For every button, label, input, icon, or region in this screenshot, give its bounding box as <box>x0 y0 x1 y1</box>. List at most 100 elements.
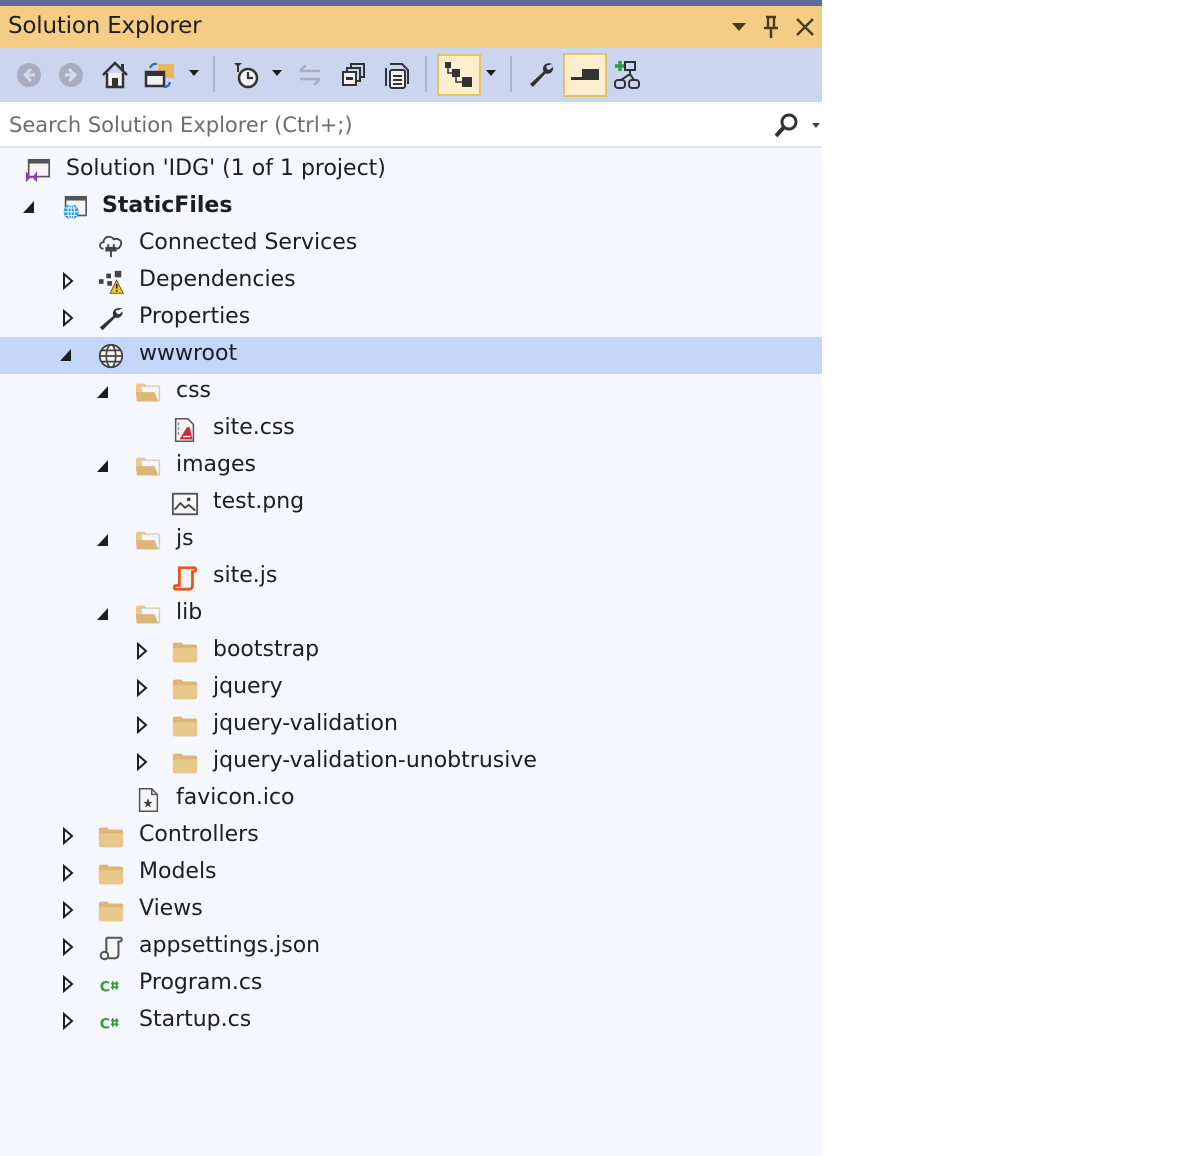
tree-item[interactable]: bootstrap <box>0 633 822 670</box>
tree-item[interactable]: site.js <box>0 559 822 596</box>
forward-arrow-icon <box>59 63 83 87</box>
collapse-arrow-icon[interactable] <box>59 347 73 363</box>
expand-arrow-icon[interactable] <box>61 827 75 845</box>
tree-item[interactable]: appsettings.json <box>0 929 822 966</box>
expand-arrow-icon[interactable] <box>61 938 75 956</box>
switch-views-button[interactable] <box>143 58 177 92</box>
tree-item-label: jquery-validation-unobtrusive <box>213 748 537 773</box>
tree-item[interactable]: Views <box>0 892 822 929</box>
json-file-icon <box>97 934 125 962</box>
expand-arrow-icon[interactable] <box>135 679 149 697</box>
pending-changes-filter-dropdown[interactable] <box>272 70 282 76</box>
folder-icon <box>171 638 199 666</box>
search-button[interactable] <box>772 112 800 144</box>
close-icon <box>796 18 814 36</box>
search-icon <box>774 113 798 138</box>
tree-item-label: jquery-validation <box>213 711 398 736</box>
tree-item-label: Views <box>139 896 203 921</box>
folder-open-icon <box>134 601 162 629</box>
forward-button[interactable] <box>54 58 88 92</box>
tree-item-label: Startup.cs <box>139 1007 252 1032</box>
tree-item[interactable]: images <box>0 448 822 485</box>
svg-text:C: C <box>100 1017 110 1033</box>
expand-arrow-icon[interactable] <box>61 272 75 290</box>
search-options-dropdown[interactable] <box>812 123 820 128</box>
collapse-arrow-icon[interactable] <box>22 199 36 215</box>
collapse-all-icon <box>342 63 365 86</box>
tree-item[interactable]: Solution 'IDG' (1 of 1 project) <box>0 152 822 189</box>
show-all-files-icon <box>385 63 409 89</box>
back-arrow-icon <box>17 63 41 87</box>
properties-button[interactable] <box>524 58 558 92</box>
view-hierarchy-button[interactable] <box>437 54 481 96</box>
collapse-all-button[interactable] <box>337 58 371 92</box>
expand-arrow-icon[interactable] <box>61 1012 75 1030</box>
tree-item[interactable]: Dependencies <box>0 263 822 300</box>
expand-arrow-icon[interactable] <box>135 642 149 660</box>
panel-title: Solution Explorer <box>8 13 202 39</box>
tree-item[interactable]: jquery-validation <box>0 707 822 744</box>
tree-item-label: lib <box>176 600 203 625</box>
tree-item[interactable]: lib <box>0 596 822 633</box>
tree-item[interactable]: favicon.ico <box>0 781 822 818</box>
switch-views-dropdown[interactable] <box>189 70 199 76</box>
tree-item[interactable]: wwwroot <box>0 337 822 374</box>
solution-icon <box>24 157 52 185</box>
collapse-arrow-icon[interactable] <box>96 606 110 622</box>
tree-item-label: bootstrap <box>213 637 320 662</box>
tree-item-label: test.png <box>213 489 305 514</box>
tree-item[interactable]: jquery <box>0 670 822 707</box>
dependencies-warning-icon <box>97 268 125 296</box>
wrench-icon <box>97 305 125 333</box>
tree-item[interactable]: site.css <box>0 411 822 448</box>
css-file-icon <box>171 416 199 444</box>
collapse-arrow-icon[interactable] <box>96 458 110 474</box>
tree-item-label: Connected Services <box>139 230 358 255</box>
pending-changes-filter-button[interactable] <box>229 58 263 92</box>
expand-arrow-icon[interactable] <box>135 716 149 734</box>
tree-item-label: site.css <box>213 415 295 440</box>
folder-icon <box>97 897 125 925</box>
home-icon <box>102 61 128 89</box>
expand-arrow-icon[interactable] <box>61 901 75 919</box>
csharp-file-icon: C <box>97 1008 125 1036</box>
preview-selected-items-button[interactable] <box>563 53 607 97</box>
tree-item[interactable]: Controllers <box>0 818 822 855</box>
expand-arrow-icon[interactable] <box>61 864 75 882</box>
tree-item[interactable]: StaticFiles <box>0 189 822 226</box>
search-bar <box>0 104 822 148</box>
tree-item-label: Controllers <box>139 822 259 847</box>
collapse-arrow-icon[interactable] <box>96 532 110 548</box>
connected-services-icon <box>97 231 125 259</box>
add-class-diagram-button[interactable] <box>610 58 644 92</box>
tree-item[interactable]: C Program.cs <box>0 966 822 1003</box>
expand-arrow-icon[interactable] <box>135 753 149 771</box>
tree-item[interactable]: Properties <box>0 300 822 337</box>
folder-open-icon <box>134 453 162 481</box>
show-all-files-button[interactable] <box>380 58 414 92</box>
window-position-dropdown-button[interactable] <box>726 14 752 40</box>
tree-item[interactable]: test.png <box>0 485 822 522</box>
view-hierarchy-dropdown[interactable] <box>486 70 496 76</box>
tree-item[interactable]: Connected Services <box>0 226 822 263</box>
icon-file-icon <box>134 786 162 814</box>
tree-item[interactable]: C Startup.cs <box>0 1003 822 1040</box>
tree-item[interactable]: js <box>0 522 822 559</box>
tree-item-label: wwwroot <box>139 341 238 366</box>
close-button[interactable] <box>792 14 818 40</box>
tree-item[interactable]: Models <box>0 855 822 892</box>
sync-with-active-document-button[interactable] <box>293 58 327 92</box>
search-input[interactable] <box>0 104 760 146</box>
tree-item-label: images <box>176 452 256 477</box>
home-button[interactable] <box>98 58 132 92</box>
collapse-arrow-icon[interactable] <box>96 384 110 400</box>
expand-arrow-icon[interactable] <box>61 309 75 327</box>
folder-icon <box>97 860 125 888</box>
expand-arrow-icon[interactable] <box>61 975 75 993</box>
back-button[interactable] <box>12 58 46 92</box>
pin-button[interactable] <box>758 14 784 40</box>
tree-item[interactable]: css <box>0 374 822 411</box>
globe-icon <box>97 342 125 370</box>
tree-item[interactable]: jquery-validation-unobtrusive <box>0 744 822 781</box>
title-bar[interactable]: Solution Explorer <box>0 6 822 48</box>
